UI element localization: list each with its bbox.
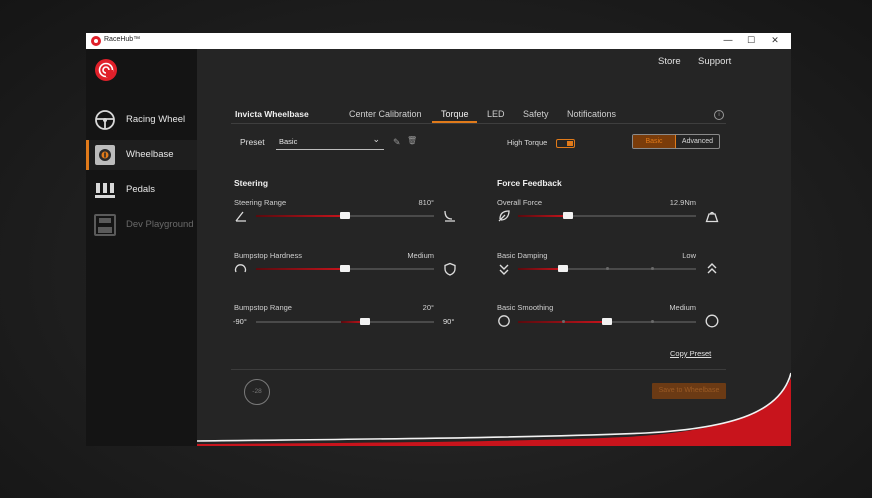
chevron-down-icon: ⌄ xyxy=(372,134,380,144)
slider-tick xyxy=(650,267,654,270)
slider-tick xyxy=(606,267,609,270)
basic-damping-value: Low xyxy=(682,251,696,260)
steering-range-value: 810° xyxy=(418,198,434,207)
steering-title: Steering xyxy=(234,178,269,188)
slider-tick xyxy=(561,320,565,323)
basic-damping-slider[interactable] xyxy=(518,265,696,272)
overall-force-label: Overall Force xyxy=(497,198,543,207)
bumpstop-hardness-label: Bumpstop Hardness xyxy=(234,251,302,260)
tab-bar: Invicta Wheelbase Center Calibration Tor… xyxy=(231,105,726,124)
save-to-wheelbase-button[interactable]: Save to Wheelbase xyxy=(652,383,726,399)
bumpstop-hardness-value: Medium xyxy=(407,251,434,260)
shield-icon xyxy=(444,262,456,276)
device-title: Invicta Wheelbase xyxy=(235,109,309,119)
wide-angle-icon xyxy=(444,210,455,222)
force-feedback-title: Force Feedback xyxy=(497,178,562,188)
slider-fill xyxy=(518,215,568,217)
slider-thumb[interactable] xyxy=(562,212,573,219)
bumpstop-range-max: 90° xyxy=(443,317,455,326)
slider-thumb[interactable] xyxy=(340,212,350,219)
double-chevron-down-icon xyxy=(499,264,509,275)
edit-icon[interactable]: ✎ xyxy=(393,137,401,148)
preset-dropdown[interactable]: Basic ⌄ xyxy=(276,134,384,150)
mode-toggle: Basic Advanced xyxy=(632,134,720,149)
basic-damping-label: Basic Damping xyxy=(497,251,548,260)
steering-range-slider[interactable] xyxy=(256,212,434,219)
double-chevron-up-icon xyxy=(707,263,717,274)
slider-tick xyxy=(650,320,654,323)
tab-torque[interactable]: Torque xyxy=(441,109,469,119)
preset-value: Basic xyxy=(279,137,298,146)
mode-basic-button[interactable]: Basic xyxy=(633,135,676,148)
store-link[interactable]: Store xyxy=(658,56,681,67)
footer-divider xyxy=(231,369,726,370)
support-link[interactable]: Support xyxy=(698,56,731,67)
slider-thumb[interactable] xyxy=(602,318,612,325)
bumpstop-range-value: 20° xyxy=(422,303,434,312)
info-icon[interactable]: i xyxy=(714,110,724,120)
slider-thumb[interactable] xyxy=(557,265,568,272)
overall-force-value: 12.9Nm xyxy=(669,198,696,207)
tab-led[interactable]: LED xyxy=(487,109,505,119)
circle-small-icon xyxy=(498,315,510,327)
basic-smoothing-label: Basic Smoothing xyxy=(497,303,554,312)
tab-safety[interactable]: Safety xyxy=(523,109,549,119)
basic-smoothing-value: Medium xyxy=(669,303,696,312)
slider-thumb[interactable] xyxy=(340,265,350,272)
bumpstop-range-min: -90° xyxy=(233,317,247,326)
basic-smoothing-slider[interactable] xyxy=(518,318,696,325)
slider-fill xyxy=(256,215,345,217)
bumpstop-hardness-slider[interactable] xyxy=(256,265,434,272)
bumpstop-range-label: Bumpstop Range xyxy=(234,303,292,312)
feather-icon xyxy=(498,210,510,222)
tab-notifications[interactable]: Notifications xyxy=(567,109,616,119)
bumpstop-range-slider[interactable] xyxy=(256,318,434,325)
weight-icon xyxy=(705,211,719,223)
narrow-angle-icon xyxy=(235,211,246,222)
temperature-badge: -28 xyxy=(244,379,270,405)
slider-fill xyxy=(256,268,345,270)
circle-large-icon xyxy=(705,314,719,328)
delete-icon[interactable]: 🗑 xyxy=(407,136,417,145)
high-torque-toggle[interactable] xyxy=(556,139,575,148)
tab-center-calibration[interactable]: Center Calibration xyxy=(349,109,422,119)
high-torque-label: High Torque xyxy=(507,138,548,147)
overall-force-slider[interactable] xyxy=(518,212,696,219)
slider-fill xyxy=(518,268,563,270)
steering-range-label: Steering Range xyxy=(234,198,287,207)
slider-thumb[interactable] xyxy=(359,318,370,325)
soft-bumpstop-icon xyxy=(234,264,247,273)
mode-advanced-button[interactable]: Advanced xyxy=(676,135,719,148)
active-tab-indicator xyxy=(432,121,477,123)
preset-label: Preset xyxy=(240,137,265,147)
copy-preset-link[interactable]: Copy Preset xyxy=(670,349,711,358)
